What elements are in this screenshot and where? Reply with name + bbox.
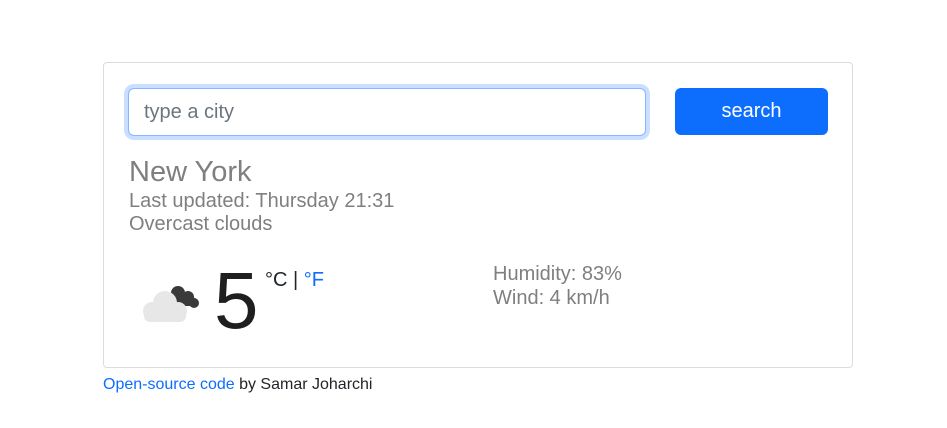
- weather-description: Overcast clouds: [129, 213, 273, 235]
- humidity-text: Humidity: 83%: [493, 263, 622, 285]
- last-updated-text: Last updated: Thursday 21:31: [129, 190, 395, 212]
- overcast-clouds-icon: [138, 281, 202, 325]
- temperature-units: °C | °F: [265, 268, 324, 292]
- city-search-input[interactable]: [128, 88, 646, 136]
- wind-text: Wind: 4 km/h: [493, 287, 610, 309]
- city-name: New York: [129, 156, 252, 188]
- open-source-code-link[interactable]: Open-source code: [103, 376, 235, 393]
- unit-fahrenheit-link[interactable]: °F: [304, 269, 324, 291]
- footer-author: by Samar Joharchi: [234, 376, 373, 393]
- weather-card: search New York Last updated: Thursday 2…: [103, 62, 853, 368]
- temperature-value: 5: [214, 256, 259, 345]
- unit-celsius[interactable]: °C: [265, 269, 287, 291]
- unit-separator: |: [287, 269, 304, 291]
- search-button[interactable]: search: [675, 88, 828, 135]
- footer: Open-source code by Samar Joharchi: [103, 375, 372, 394]
